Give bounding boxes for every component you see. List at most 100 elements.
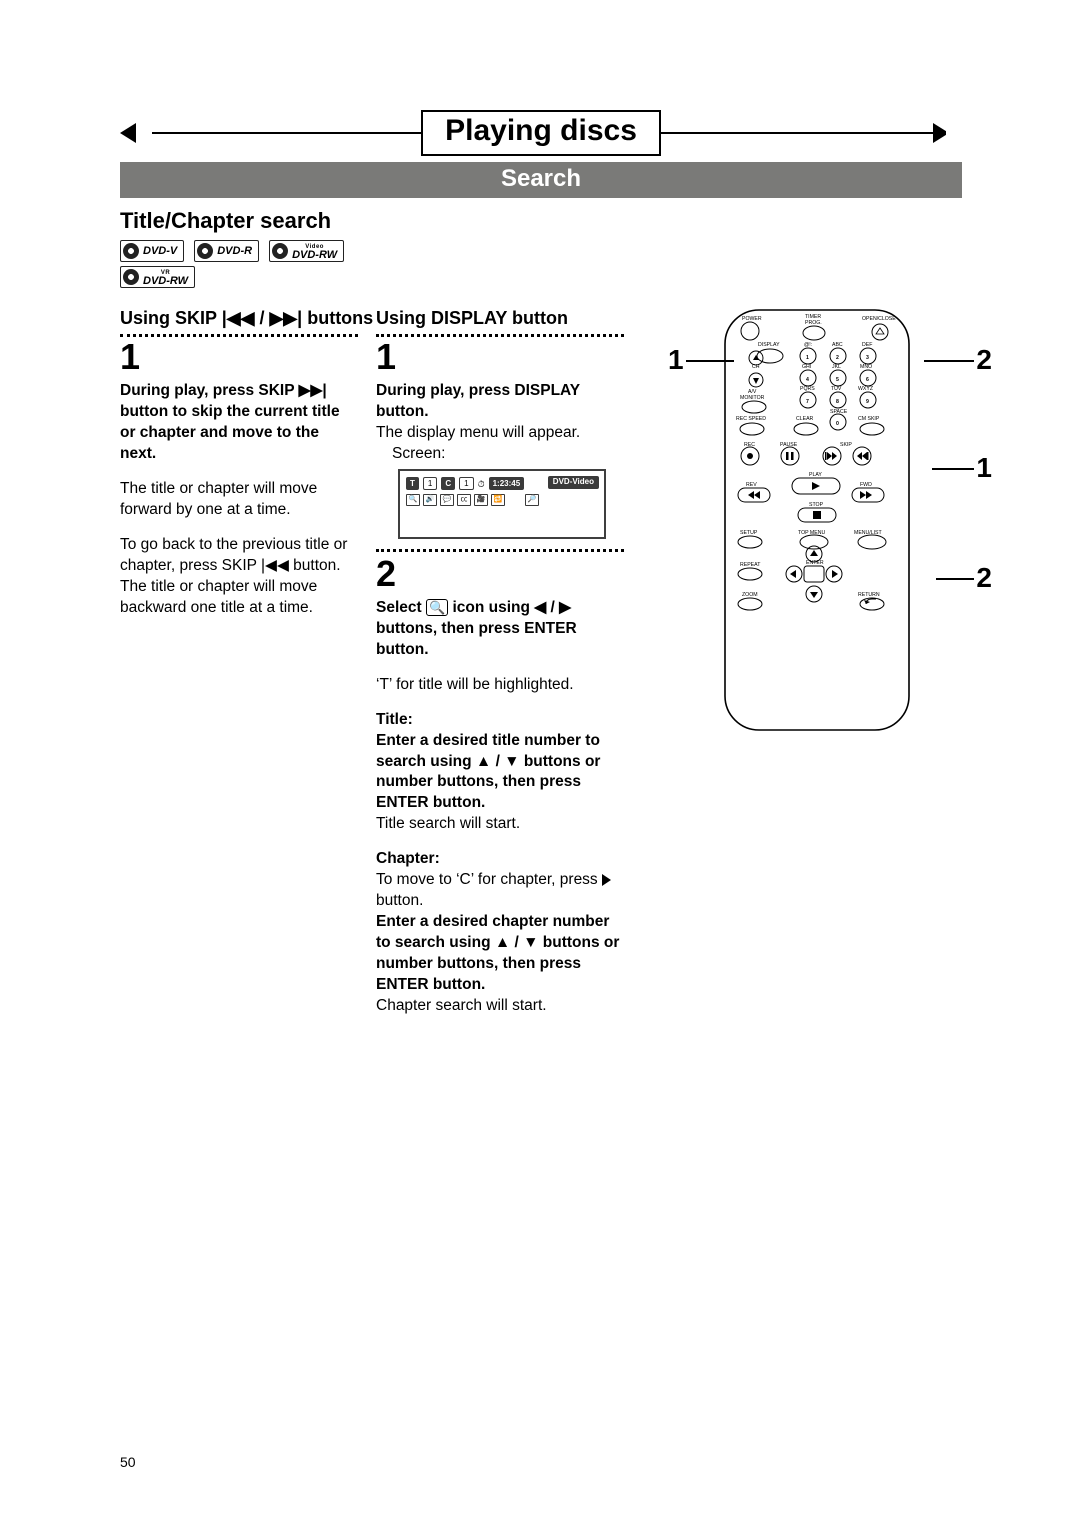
s1-instruction: During play, press DISPLAY button. [376,382,580,420]
svg-text:ENTER: ENTER [806,560,824,566]
osd-icon: ㏄ [457,494,471,506]
skip-prev-icon: |◀◀ [222,308,260,328]
right-arrow-icon [602,874,611,886]
disc-icon [272,243,288,259]
step1-text-b: To go back to the previous title or chap… [120,535,358,619]
badge-dvd-rw-video: VideoDVD-RW [269,240,344,262]
method-title-display: Using DISPLAY button [376,306,624,337]
svg-text:ZOOM: ZOOM [742,592,758,598]
svg-text:MONITOR: MONITOR [740,395,765,401]
badge-dvd-v: DVD-V [120,240,184,262]
col-display-method: Using DISPLAY button 1 During play, pres… [376,306,624,1031]
banner-rule-left [149,132,421,134]
svg-text:5: 5 [836,377,839,383]
s2-text: ‘T’ for title will be highlighted. [376,675,624,696]
callout-2-bottom-right: 2 [976,564,992,592]
step-number: 1 [120,339,358,375]
remote-control-diagram: .lbl { font: 5.2px Arial; } .lblb { font… [702,306,932,736]
svg-text:OPEN/CLOSE: OPEN/CLOSE [862,316,896,322]
method-title-skip: Using SKIP |◀◀ / ▶▶| buttons [120,306,358,337]
callout-1-right: 1 [976,454,992,482]
disc-icon [123,269,139,285]
svg-text:7: 7 [806,399,809,405]
svg-text:MNO: MNO [860,364,872,370]
s1-text: The display menu will appear. [376,423,624,444]
screen-label: Screen: [392,444,624,465]
svg-text:FWD: FWD [860,482,872,488]
badge-dvd-r: DVD-R [194,240,259,262]
section-heading: Title/Chapter search [120,208,962,234]
osd-icon: 💬 [440,494,454,506]
svg-text:1: 1 [806,355,809,361]
svg-text:0: 0 [836,421,839,427]
section-title-bar: Search [120,162,962,198]
svg-text:REC SPEED: REC SPEED [736,416,766,422]
osd-icon: 🔁 [491,494,505,506]
svg-text:JKL: JKL [832,364,841,370]
title-result: Title search will start. [376,814,624,835]
svg-text:PLAY: PLAY [809,472,822,478]
svg-text:2: 2 [836,355,839,361]
clock-icon: ⏱ [478,478,485,490]
svg-text:CLEAR: CLEAR [796,416,814,422]
svg-text:REV: REV [746,482,757,488]
osd-c-value: 1 [459,477,473,490]
chapter-result: Chapter search will start. [376,996,624,1017]
svg-text:RETURN: RETURN [858,592,880,598]
step1-instruction: During play, press SKIP ▶▶| button to sk… [120,382,340,462]
svg-text:4: 4 [806,377,809,383]
osd-c-label: C [441,477,455,490]
svg-text:SPACE: SPACE [830,409,848,415]
osd-icon: 🔎 [525,494,539,506]
svg-text:DISPLAY: DISPLAY [758,342,780,348]
chapter-label: Chapter: [376,850,440,867]
title-instruction: Enter a desired title number to search u… [376,732,600,812]
svg-text:@!:: @!: [804,342,812,348]
svg-text:9: 9 [866,399,869,405]
title-label: Title: [376,711,413,728]
banner-arrow-left [120,123,149,143]
svg-text:TUV: TUV [831,386,842,392]
svg-text:CM SKIP: CM SKIP [858,416,880,422]
svg-text:STOP: STOP [809,502,824,508]
svg-text:SETUP: SETUP [740,530,758,536]
chapter-title: Playing discs [421,110,661,156]
svg-text:WXYZ: WXYZ [858,386,873,392]
banner-rule-right [661,132,933,134]
callout-1-left: 1 [668,346,684,374]
svg-text:ABC: ABC [832,342,843,348]
svg-text:8: 8 [836,399,839,405]
page-number: 50 [120,1454,136,1470]
osd-icon: 🎥 [474,494,488,506]
osd-t-label: T [406,477,419,490]
chapter-title-banner: Playing discs [120,110,962,156]
svg-text:GHI: GHI [802,364,811,370]
callout-2-top-right: 2 [976,346,992,374]
disc-type-badges-row2: VRDVD-RW [120,266,962,288]
osd-time: 1:23:45 [489,477,525,490]
osd-icon: 🔍 [406,494,420,506]
col-skip-method: Using SKIP |◀◀ / ▶▶| buttons 1 During pl… [120,306,358,1031]
badge-dvd-rw-vr: VRDVD-RW [120,266,195,288]
svg-text:POWER: POWER [742,316,762,322]
chapter-instruction: Enter a desired chapter number to search… [376,913,619,993]
svg-text:SKIP: SKIP [840,442,852,448]
disc-type-badges-row1: DVD-V DVD-R VideoDVD-RW [120,240,962,262]
step1-text-a: The title or chapter will move forward b… [120,479,358,521]
osd-screen-preview: DVD-Video T 1 C 1 ⏱ 1:23:45 🔍 🔊 💬 ㏄ 🎥 🔁 … [398,469,606,539]
osd-t-value: 1 [423,477,437,490]
dotted-separator [376,549,624,552]
banner-arrow-right [933,123,962,143]
search-icon: 🔍 [426,599,448,616]
svg-text:6: 6 [866,377,869,383]
svg-text:3: 3 [866,355,869,361]
step-number: 1 [376,339,624,375]
svg-text:DEF: DEF [862,342,872,348]
col-remote-diagram: 1 2 1 2 .lbl { font: 5.2px Arial; } .lbl… [642,306,962,1031]
svg-text:PROG.: PROG. [805,320,822,326]
osd-dvd-video-tag: DVD-Video [548,476,599,489]
disc-icon [123,243,139,259]
s2-bold-a: Select [376,599,426,616]
svg-text:REPEAT: REPEAT [740,562,761,568]
skip-next-icon: ▶▶| [269,308,307,328]
